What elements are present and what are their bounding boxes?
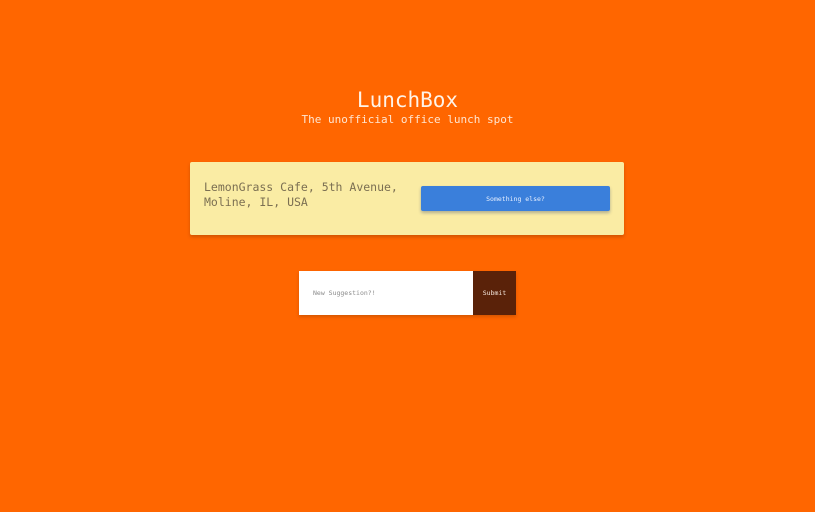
lunch-place-line-2: Moline, IL, USA (204, 195, 308, 209)
app-title: LunchBox (356, 88, 459, 113)
lunch-place: LemonGrass Cafe, 5th Avenue, Moline, IL,… (204, 180, 409, 210)
new-suggestion-input[interactable] (299, 271, 473, 315)
lunchbox-page: LunchBox The unofficial office lunch spo… (0, 0, 815, 512)
new-suggestion-form: Submit (299, 271, 516, 315)
app-subtitle: The unofficial office lunch spot (301, 113, 514, 126)
lunch-suggestion-card: LemonGrass Cafe, 5th Avenue, Moline, IL,… (190, 162, 624, 235)
something-else-button[interactable]: Something else? (421, 186, 610, 211)
lunch-place-line-1: LemonGrass Cafe, 5th Avenue, (204, 180, 398, 194)
submit-button[interactable]: Submit (473, 271, 516, 315)
